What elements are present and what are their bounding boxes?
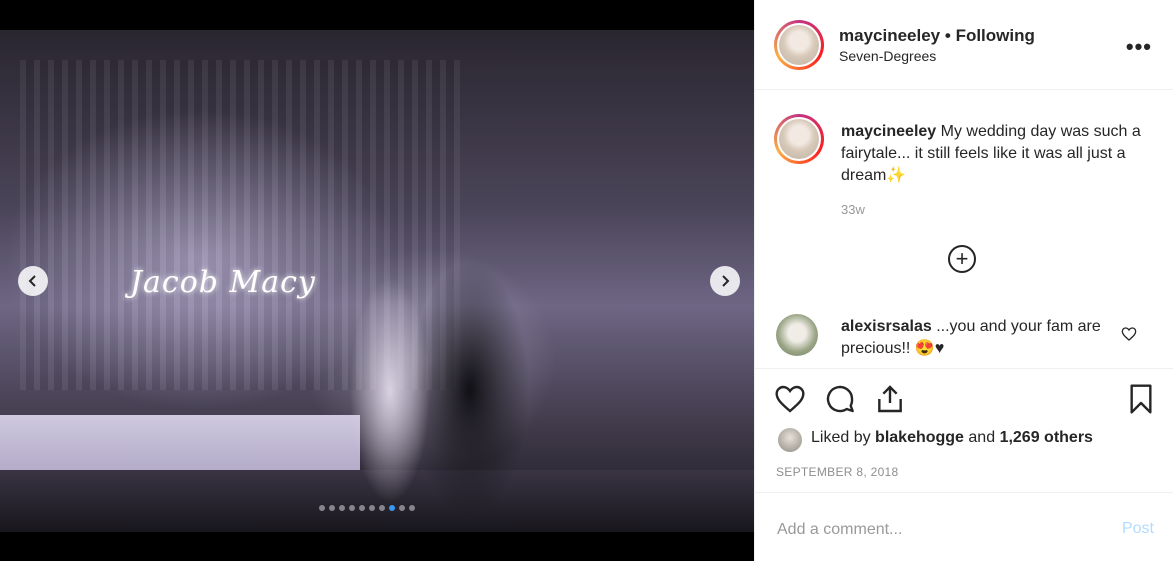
post-sidebar: maycineeley • Following Seven-Degrees ••… <box>754 0 1173 561</box>
likes-summary[interactable]: Liked by blakehogge and 1,269 others <box>811 429 1093 447</box>
avatar[interactable] <box>774 20 824 70</box>
more-options-button[interactable]: ••• <box>1126 34 1152 60</box>
previous-photo-button[interactable] <box>18 266 48 296</box>
carousel-dot <box>329 505 335 511</box>
caption-username[interactable]: maycineeley <box>841 123 936 140</box>
caption-age[interactable]: 33w <box>841 202 865 217</box>
add-comment-bar: Post <box>755 492 1173 561</box>
carousel-dot <box>399 505 405 511</box>
share-icon[interactable] <box>874 383 906 415</box>
likes-prefix: Liked by <box>811 429 871 446</box>
post-header: maycineeley • Following Seven-Degrees ••… <box>755 0 1173 90</box>
neon-sign: Jacob Macy <box>130 265 316 300</box>
caption-avatar[interactable] <box>774 114 824 164</box>
heart-icon[interactable] <box>774 383 806 415</box>
post-date[interactable]: SEPTEMBER 8, 2018 <box>776 465 899 479</box>
post-comment-button[interactable]: Post <box>1122 520 1154 538</box>
header-username[interactable]: maycineeley <box>839 26 940 45</box>
load-more-comments-button[interactable]: + <box>948 245 976 273</box>
likes-conjunction: and <box>968 429 996 446</box>
carousel-indicator <box>319 505 415 511</box>
carousel-dot <box>349 505 355 511</box>
comment-input[interactable] <box>775 513 1099 547</box>
likes-others[interactable]: 1,269 others <box>1000 429 1093 446</box>
comment: alexisrsalas ...you and your fam are pre… <box>841 316 1111 360</box>
chevron-right-icon <box>722 275 730 287</box>
bookmark-icon[interactable] <box>1125 383 1157 415</box>
carousel-dot <box>409 505 415 511</box>
liked-by-avatar[interactable] <box>778 428 802 452</box>
comment-bubble-icon[interactable] <box>824 383 856 415</box>
dancing-couple <box>330 220 530 532</box>
location-link[interactable]: Seven-Degrees <box>839 48 936 64</box>
carousel-dot <box>379 505 385 511</box>
chevron-left-icon <box>28 275 36 287</box>
carousel-dot <box>369 505 375 511</box>
carousel-dot <box>339 505 345 511</box>
wedding-photo: Jacob Macy <box>0 30 754 532</box>
post-photo-carousel[interactable]: Jacob Macy <box>0 0 754 561</box>
liked-by-user[interactable]: blakehogge <box>875 429 964 446</box>
carousel-dot <box>319 505 325 511</box>
post-actions: Liked by blakehogge and 1,269 others SEP… <box>755 368 1173 492</box>
separator-dot: • <box>944 26 951 45</box>
comment-avatar[interactable] <box>776 314 818 356</box>
next-photo-button[interactable] <box>710 266 740 296</box>
carousel-dot <box>389 505 395 511</box>
comment-username[interactable]: alexisrsalas <box>841 318 932 335</box>
following-button[interactable]: Following <box>956 26 1035 45</box>
carousel-dot <box>359 505 365 511</box>
header-username-row: maycineeley • Following <box>839 26 1035 46</box>
caption: maycineeley My wedding day was such a fa… <box>841 121 1151 187</box>
comment-heart-icon[interactable] <box>1121 326 1137 342</box>
